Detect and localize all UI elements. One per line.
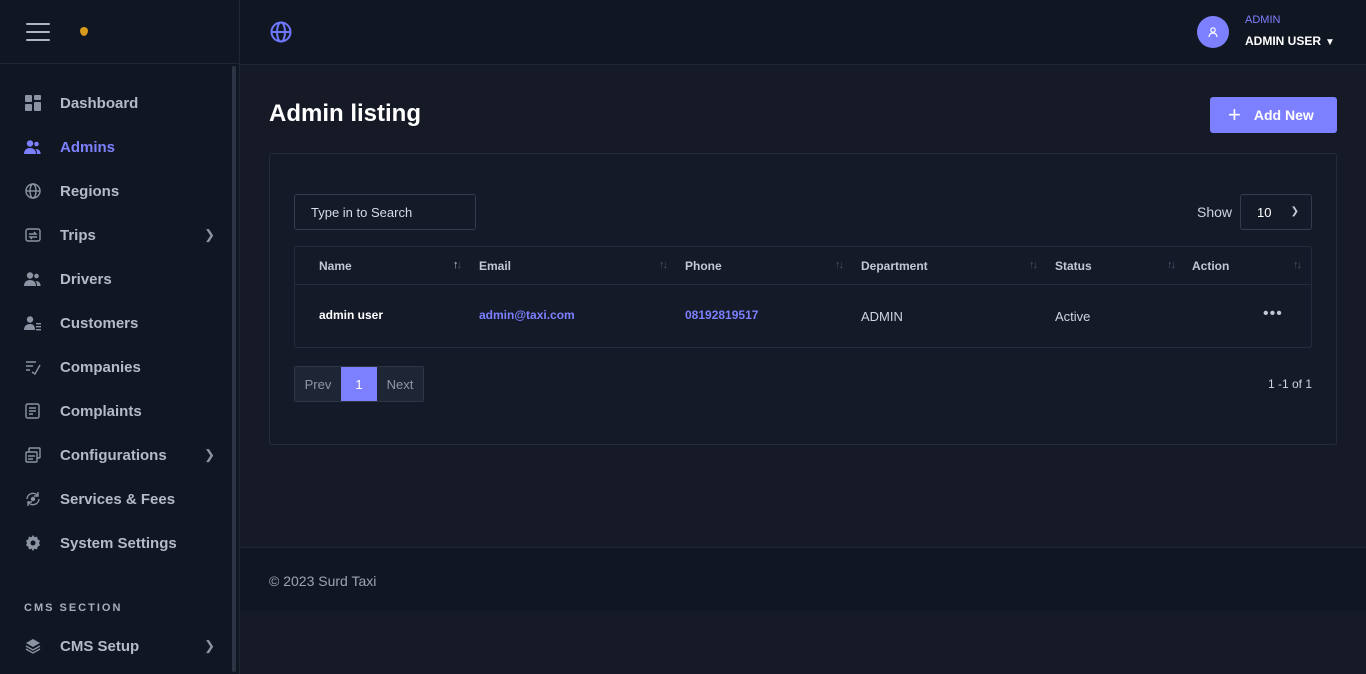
pagination-range: 1 -1 of 1 bbox=[1268, 377, 1313, 391]
show-label: Show bbox=[1197, 204, 1233, 220]
sidebar-item-label: Trips bbox=[60, 226, 96, 244]
prev-page-button[interactable]: Prev bbox=[295, 367, 341, 401]
sort-icon[interactable]: ↑↓ bbox=[1293, 259, 1302, 271]
cell-status: Active bbox=[1055, 309, 1091, 324]
services-icon bbox=[24, 491, 41, 508]
sort-icon[interactable]: ↑↓ bbox=[659, 259, 668, 271]
sidebar-item-companies[interactable]: Companies bbox=[0, 345, 239, 389]
pagination: Prev 1 Next bbox=[294, 366, 424, 402]
add-new-button[interactable]: + Add New bbox=[1210, 97, 1337, 133]
chevron-right-icon: ❯ bbox=[204, 227, 215, 242]
topbar: ADMIN ADMIN USER ▼ bbox=[240, 0, 1366, 65]
chevron-down-icon: ▼ bbox=[1325, 37, 1335, 48]
table-header: Name ↑↓ Email ↑↓ Phone ↑↓ Department ↑↓ … bbox=[295, 247, 1311, 285]
column-header-email[interactable]: Email bbox=[479, 259, 511, 273]
sidebar-item-dashboard[interactable]: Dashboard bbox=[0, 81, 239, 125]
sidebar-item-cms-setup[interactable]: CMS Setup ❯ bbox=[0, 624, 239, 668]
sort-icon[interactable]: ↑↓ bbox=[1029, 259, 1038, 271]
hamburger-menu-icon[interactable] bbox=[26, 22, 50, 41]
sidebar-item-label: Admins bbox=[60, 138, 116, 156]
user-name: ADMIN USER bbox=[1245, 34, 1322, 48]
sidebar-item-complaints[interactable]: Complaints bbox=[0, 389, 239, 433]
admin-table: Name ↑↓ Email ↑↓ Phone ↑↓ Department ↑↓ … bbox=[294, 246, 1312, 348]
sidebar-item-label: Drivers bbox=[60, 270, 112, 288]
cell-phone[interactable]: 08192819517 bbox=[685, 308, 758, 322]
column-header-name[interactable]: Name bbox=[319, 259, 352, 273]
chevron-down-icon: ❯ bbox=[1290, 206, 1299, 217]
user-icon bbox=[1208, 27, 1218, 38]
page-1-button[interactable]: 1 bbox=[341, 367, 377, 401]
sidebar-item-customers[interactable]: Customers bbox=[0, 301, 239, 345]
search-input[interactable] bbox=[294, 194, 476, 230]
page-size-select[interactable]: 10 ❯ bbox=[1240, 194, 1312, 230]
drivers-icon bbox=[24, 271, 41, 288]
globe-icon bbox=[24, 183, 41, 200]
plus-icon: + bbox=[1228, 102, 1241, 127]
sidebar: Dashboard Admins Regions Trips ❯ Drivers… bbox=[0, 0, 240, 674]
sidebar-header bbox=[0, 0, 239, 64]
sidebar-scrollbar[interactable] bbox=[232, 66, 236, 672]
add-new-label: Add New bbox=[1253, 107, 1314, 123]
cell-department: ADMIN bbox=[861, 309, 903, 324]
more-actions-icon[interactable]: ••• bbox=[1263, 305, 1283, 323]
settings-icon bbox=[24, 535, 41, 552]
complaints-icon bbox=[24, 403, 41, 420]
column-header-phone[interactable]: Phone bbox=[685, 259, 722, 273]
cell-name: admin user bbox=[319, 308, 384, 322]
sidebar-item-system-settings[interactable]: System Settings bbox=[0, 521, 239, 565]
sort-icon[interactable]: ↑↓ bbox=[1167, 259, 1176, 271]
sidebar-item-label: CMS Setup bbox=[60, 637, 140, 655]
sidebar-item-label: Regions bbox=[60, 182, 120, 200]
chevron-right-icon: ❯ bbox=[204, 638, 215, 653]
sidebar-item-label: Configurations bbox=[60, 446, 167, 464]
sort-icon[interactable]: ↑↓ bbox=[835, 259, 844, 271]
sidebar-item-label: Companies bbox=[60, 358, 141, 376]
sidebar-item-label: Services & Fees bbox=[60, 490, 176, 508]
sidebar-item-services-fees[interactable]: Services & Fees bbox=[0, 477, 239, 521]
chevron-right-icon: ❯ bbox=[204, 447, 215, 462]
sidebar-item-label: Customers bbox=[60, 314, 139, 332]
table-row: admin user admin@taxi.com 08192819517 AD… bbox=[295, 285, 1311, 347]
cell-email[interactable]: admin@taxi.com bbox=[479, 308, 575, 322]
sidebar-item-trips[interactable]: Trips ❯ bbox=[0, 213, 239, 257]
sidebar-item-configurations[interactable]: Configurations ❯ bbox=[0, 433, 239, 477]
language-globe-icon[interactable] bbox=[270, 21, 292, 43]
footer: © 2023 Surd Taxi bbox=[240, 547, 1366, 611]
sidebar-item-label: Dashboard bbox=[60, 94, 139, 112]
customers-icon bbox=[24, 315, 41, 332]
configurations-icon bbox=[24, 447, 41, 464]
column-header-department[interactable]: Department bbox=[861, 259, 928, 273]
avatar[interactable] bbox=[1197, 16, 1229, 48]
sidebar-item-admins[interactable]: Admins bbox=[0, 125, 239, 169]
sidebar-item-drivers[interactable]: Drivers bbox=[0, 257, 239, 301]
next-page-button[interactable]: Next bbox=[377, 367, 423, 401]
sidebar-item-label: Complaints bbox=[60, 402, 142, 420]
app-logo[interactable] bbox=[80, 27, 88, 36]
users-icon bbox=[24, 139, 41, 156]
column-header-status[interactable]: Status bbox=[1055, 259, 1092, 273]
sidebar-item-label: System Settings bbox=[60, 534, 177, 552]
user-role: ADMIN bbox=[1245, 14, 1281, 26]
user-menu-toggle[interactable]: ADMIN USER ▼ bbox=[1245, 34, 1335, 48]
column-header-action[interactable]: Action bbox=[1192, 259, 1229, 273]
copyright-text: © 2023 Surd Taxi bbox=[269, 573, 377, 589]
trips-icon bbox=[24, 227, 41, 244]
cms-section-title: CMS SECTION bbox=[24, 602, 123, 614]
admin-listing-card: Show 10 ❯ Name ↑↓ Email ↑↓ Phone ↑↓ Depa… bbox=[269, 153, 1337, 445]
page-size-value: 10 bbox=[1257, 204, 1272, 220]
sidebar-nav: Dashboard Admins Regions Trips ❯ Drivers… bbox=[0, 64, 239, 668]
companies-icon bbox=[24, 359, 41, 376]
page-title: Admin listing bbox=[269, 100, 421, 127]
sort-icon[interactable]: ↑↓ bbox=[453, 259, 462, 271]
sidebar-item-regions[interactable]: Regions bbox=[0, 169, 239, 213]
layers-icon bbox=[24, 638, 41, 655]
dashboard-icon bbox=[24, 95, 41, 112]
